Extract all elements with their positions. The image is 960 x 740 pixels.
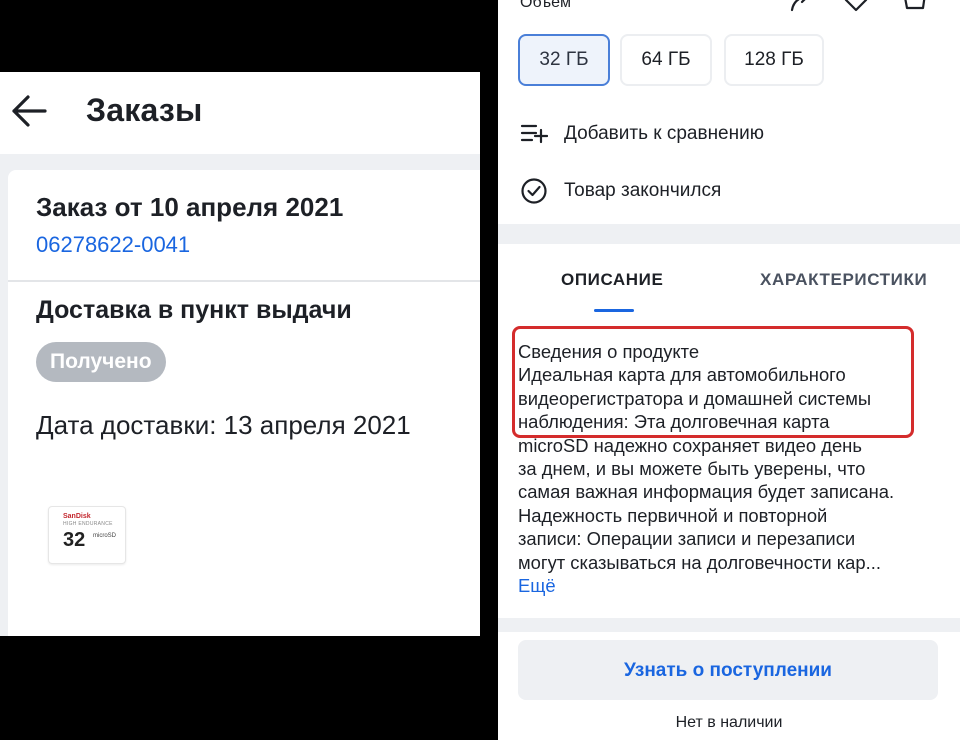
heart-icon[interactable] [842, 0, 870, 14]
orders-header: Заказы [0, 72, 480, 154]
thumb-brand: SanDisk [63, 513, 91, 520]
out-of-stock-label: Товар закончился [564, 180, 722, 201]
order-title: Заказ от 10 апреля 2021 [36, 192, 344, 222]
active-tab-indicator [594, 309, 634, 312]
tab-characteristics[interactable]: ХАРАКТЕРИСТИКИ [760, 270, 927, 290]
check-circle-icon [521, 178, 547, 204]
highlight-annotation [512, 326, 914, 438]
product-screen: Объем 32 ГБ 64 ГБ 128 ГБ Добавить к срав… [498, 0, 960, 740]
order-card[interactable]: Заказ от 10 апреля 2021 06278622-0041 До… [8, 170, 480, 636]
top-actions [786, 0, 946, 14]
status-badge: Получено [36, 342, 166, 382]
description-line: за днем, и вы можете быть уверены, что [518, 458, 866, 480]
delivery-type: Доставка в пункт выдачи [36, 296, 352, 324]
order-number-link[interactable]: 06278622-0041 [36, 232, 190, 258]
description-line: Надежность первичной и повторной [518, 504, 828, 526]
section-separator [498, 618, 960, 632]
section-separator [498, 224, 960, 244]
product-thumbnail[interactable]: SanDisk HIGH ENDURANCE 32 microSD [48, 506, 126, 564]
add-to-compare-label: Добавить к сравнению [564, 123, 764, 144]
description-line: записи: Операции записи и перезаписи [518, 528, 856, 550]
description-line: могут сказываться на долговечности кар..… [518, 551, 881, 573]
cart-icon[interactable] [900, 0, 928, 14]
stock-status: Нет в наличии [675, 714, 783, 731]
description-line: самая важная информация будет записана. [518, 481, 895, 503]
delivery-date: Дата доставки: 13 апреля 2021 [36, 410, 411, 440]
orders-screen: Заказы Заказ от 10 апреля 2021 06278622-… [0, 72, 480, 636]
size-option-128gb[interactable]: 128 ГБ [724, 34, 824, 86]
size-option-32gb[interactable]: 32 ГБ [518, 34, 610, 86]
divider [8, 280, 480, 282]
thumb-capacity: 32 [63, 529, 86, 551]
page-title: Заказы [86, 92, 203, 128]
back-arrow-icon[interactable] [10, 94, 48, 128]
more-link[interactable]: Ещё [518, 574, 948, 597]
thumb-marks: microSD [93, 533, 117, 539]
compare-list-icon [520, 124, 548, 144]
thumb-line: HIGH ENDURANCE [63, 521, 113, 527]
tab-description[interactable]: ОПИСАНИЕ [561, 270, 663, 290]
volume-label: Объем [520, 0, 571, 11]
size-option-64gb[interactable]: 64 ГБ [620, 34, 712, 86]
share-icon[interactable] [786, 0, 814, 14]
notify-availability-button[interactable]: Узнать о поступлении [518, 640, 938, 700]
